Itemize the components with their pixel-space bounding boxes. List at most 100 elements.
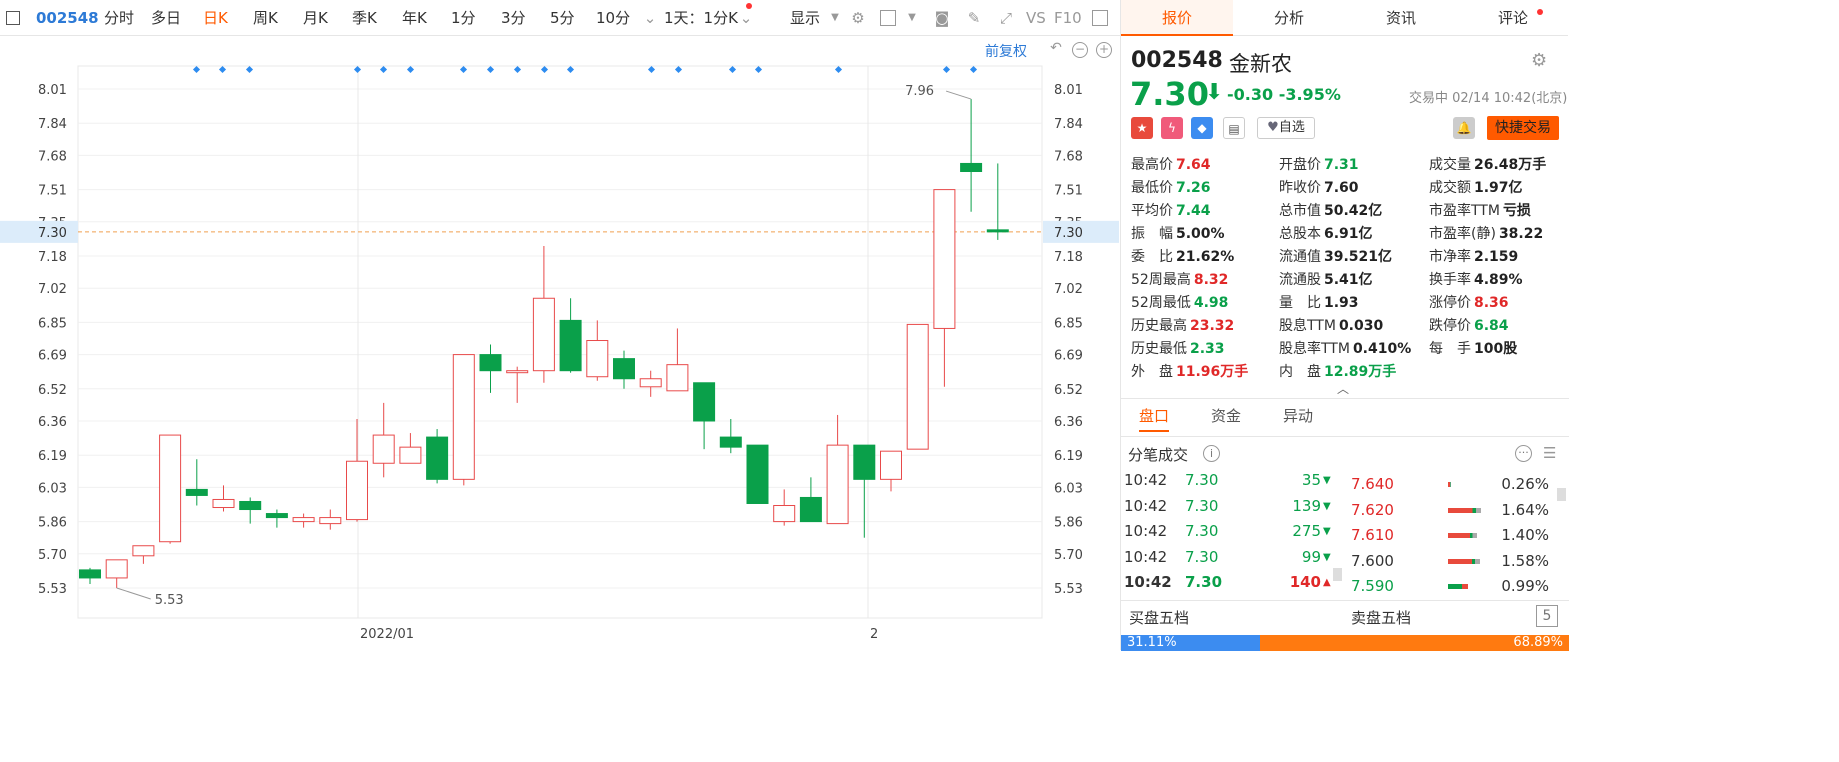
stat-label: 平均价 bbox=[1131, 203, 1173, 219]
subtab-pankou[interactable]: 盘口 bbox=[1139, 402, 1170, 432]
adjust-mode-button[interactable]: 前复权 bbox=[985, 41, 1027, 61]
y-tick-label-right: 5.53 bbox=[1054, 582, 1083, 597]
stat-label: 总市值 bbox=[1279, 203, 1321, 219]
display-menu[interactable]: 显示 bbox=[790, 0, 820, 36]
sell-five-label[interactable]: 卖盘五档 bbox=[1351, 607, 1411, 628]
period-tab-duori[interactable]: 多日 bbox=[151, 0, 181, 36]
bell-icon[interactable]: 🔔 bbox=[1453, 117, 1475, 139]
list-icon[interactable]: ☰ bbox=[1543, 444, 1556, 462]
event-marker bbox=[728, 65, 737, 74]
buy-ratio-bar: 31.11% bbox=[1121, 635, 1261, 651]
tab-news[interactable]: 资讯 bbox=[1345, 0, 1457, 36]
period-tab-fenshi[interactable]: 分时 bbox=[104, 0, 134, 36]
reset-icon[interactable]: ↶ bbox=[1048, 41, 1064, 58]
chevron-down-icon[interactable]: ⌄ bbox=[640, 8, 660, 28]
stat-item: 涨停价 8.36 bbox=[1429, 293, 1509, 313]
fast-trade-button[interactable]: 快捷交易 bbox=[1487, 116, 1559, 140]
five-levels-icon[interactable]: 5 bbox=[1536, 605, 1558, 627]
dist-percent: 0.99% bbox=[1501, 577, 1549, 595]
period-tab-1min[interactable]: 1分 bbox=[451, 0, 476, 36]
period-tab-5min[interactable]: 5分 bbox=[550, 0, 575, 36]
stat-value: 0.030 bbox=[1338, 318, 1384, 334]
bookmark-icon[interactable]: ▤ bbox=[1223, 117, 1245, 139]
event-marker bbox=[353, 65, 362, 74]
pencil-icon[interactable]: ✎ bbox=[964, 8, 984, 28]
y-tick-label-left: 8.01 bbox=[38, 83, 67, 98]
y-tick-label-left: 5.70 bbox=[38, 548, 67, 563]
scrollbar[interactable] bbox=[1333, 568, 1342, 581]
event-marker bbox=[647, 65, 656, 74]
sidebar-toggle-icon[interactable] bbox=[6, 11, 20, 25]
y-tick-label-right: 7.68 bbox=[1054, 149, 1083, 164]
tick-time: 10:42 bbox=[1124, 496, 1168, 515]
comments-badge bbox=[1537, 9, 1543, 15]
y-tick-label-left: 6.03 bbox=[38, 481, 67, 496]
caret-down-icon[interactable]: ▼ bbox=[902, 8, 922, 28]
period-tab-day[interactable]: 日K bbox=[203, 0, 228, 36]
overlay-box-icon[interactable] bbox=[880, 10, 896, 26]
caret-down-icon[interactable]: ▼ bbox=[825, 8, 845, 28]
period-tab-month[interactable]: 月K bbox=[303, 0, 328, 36]
kline-chart[interactable]: 8.018.017.847.847.687.687.517.517.357.35… bbox=[0, 36, 1120, 650]
candle-body bbox=[79, 569, 101, 579]
candle-body bbox=[532, 297, 555, 372]
subtab-movement[interactable]: 异动 bbox=[1283, 402, 1313, 432]
add-watchlist-button[interactable]: ♥自选 bbox=[1257, 117, 1315, 139]
zoom-out-icon[interactable]: − bbox=[1072, 42, 1088, 58]
camera-icon[interactable]: ◙ bbox=[932, 8, 952, 28]
tab-comments[interactable]: 评论 bbox=[1457, 0, 1569, 36]
candle-body bbox=[479, 354, 502, 372]
f10-button[interactable]: F10 bbox=[1054, 0, 1082, 36]
stat-value: 5.41亿 bbox=[1324, 272, 1373, 288]
scrollbar[interactable] bbox=[1557, 488, 1566, 501]
candle-body bbox=[212, 498, 235, 509]
candle-body bbox=[613, 358, 635, 380]
china-flag-icon[interactable]: ★ bbox=[1131, 117, 1153, 139]
down-triangle-icon: ▼ bbox=[1323, 475, 1331, 486]
period-tab-quarter[interactable]: 季K bbox=[352, 0, 377, 36]
event-marker bbox=[566, 65, 575, 74]
candle-body bbox=[586, 340, 609, 378]
tick-price: 7.30 bbox=[1185, 471, 1219, 489]
fullscreen-icon[interactable]: ⤢ bbox=[996, 8, 1016, 28]
divider bbox=[1121, 398, 1569, 399]
period-tab-10min[interactable]: 10分 bbox=[596, 0, 630, 36]
more-icon[interactable]: ··· bbox=[1515, 445, 1532, 462]
gear-icon[interactable]: ⚙ bbox=[1531, 50, 1547, 71]
stat-value: 6.84 bbox=[1474, 318, 1509, 334]
range-select[interactable]: 1天：1分K bbox=[664, 0, 738, 36]
stat-value: 5.00% bbox=[1176, 226, 1225, 242]
event-marker bbox=[218, 65, 227, 74]
tick-price: 7.30 bbox=[1185, 573, 1223, 591]
y-tick-label-right: 6.19 bbox=[1054, 449, 1083, 464]
tab-quote[interactable]: 报价 bbox=[1121, 0, 1233, 36]
kline-svg[interactable]: 8.018.017.847.847.687.687.517.517.357.35… bbox=[0, 36, 1120, 650]
chevron-up-icon[interactable]: ︿ bbox=[1337, 380, 1349, 397]
y-tick-label-left: 6.85 bbox=[38, 316, 67, 331]
stat-value: 0.410% bbox=[1352, 341, 1412, 357]
stat-item: 股息TTM 0.030 bbox=[1279, 316, 1383, 336]
tag-icon[interactable]: ◆ bbox=[1191, 117, 1213, 139]
vs-compare-button[interactable]: VS bbox=[1026, 0, 1046, 36]
info-icon[interactable]: i bbox=[1203, 445, 1220, 462]
stat-value: 1.97亿 bbox=[1474, 180, 1523, 196]
period-tab-week[interactable]: 周K bbox=[253, 0, 278, 36]
stat-label: 昨收价 bbox=[1279, 180, 1321, 196]
period-tab-year[interactable]: 年K bbox=[402, 0, 427, 36]
chart-toolbar: 002548 分时 多日 日K 周K 月K 季K 年K 1分 3分 5分 10分… bbox=[0, 0, 1120, 36]
up-triangle-icon: ▲ bbox=[1323, 577, 1331, 588]
stock-code: 002548 bbox=[1131, 48, 1223, 73]
stat-value: 21.62% bbox=[1176, 249, 1235, 265]
dist-percent: 0.26% bbox=[1501, 475, 1549, 493]
tab-analysis[interactable]: 分析 bbox=[1233, 0, 1345, 36]
zoom-in-icon[interactable]: + bbox=[1096, 42, 1112, 58]
chevron-down-icon[interactable]: ⌄ bbox=[736, 8, 756, 28]
buy-five-label[interactable]: 买盘五档 bbox=[1129, 607, 1189, 628]
panel-toggle-icon[interactable] bbox=[1092, 10, 1108, 26]
stat-value: 7.60 bbox=[1324, 180, 1359, 196]
period-tab-3min[interactable]: 3分 bbox=[501, 0, 526, 36]
gear-icon[interactable]: ⚙ bbox=[848, 8, 868, 28]
subtab-funds[interactable]: 资金 bbox=[1211, 402, 1241, 432]
candle-body bbox=[265, 513, 288, 519]
lightning-icon[interactable]: ϟ bbox=[1161, 117, 1183, 139]
